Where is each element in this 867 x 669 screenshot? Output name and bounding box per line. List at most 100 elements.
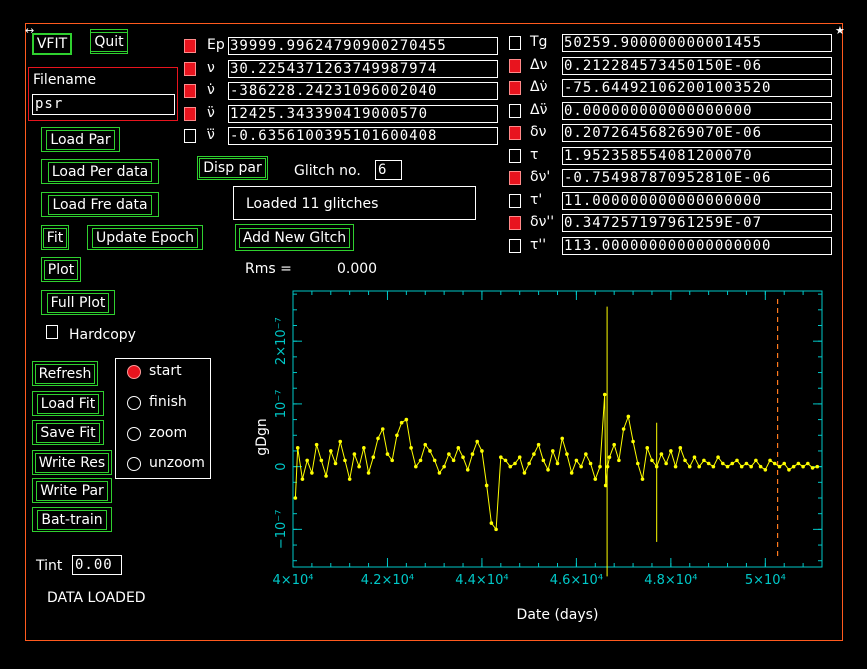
params_left-name-2: ν̇: [207, 82, 215, 98]
params_right-checkbox-8[interactable]: [509, 216, 521, 230]
save-fit-label: Save Fit: [36, 422, 100, 443]
params_right-checkbox-7[interactable]: [509, 193, 521, 208]
params_right-value-4[interactable]: 0.207264568269070E-06: [562, 124, 832, 142]
status-text: DATA LOADED: [47, 590, 146, 606]
glitch-no-input[interactable]: 6: [375, 160, 402, 180]
params_right-checkbox-4[interactable]: [509, 126, 521, 140]
full-plot-label: Full Plot: [46, 292, 110, 313]
unzoom-radio-label: unzoom: [149, 455, 205, 471]
rms-label: Rms =: [245, 261, 292, 277]
params_right-checkbox-2[interactable]: [509, 81, 521, 95]
plot-label: Plot: [43, 259, 79, 280]
load-per-data-button[interactable]: Load Per data: [41, 159, 159, 184]
params_right-checkbox-5[interactable]: [509, 148, 521, 163]
params_right-value-9[interactable]: 113.000000000000000000: [562, 236, 832, 255]
start-radio-label: start: [149, 363, 182, 379]
star-icon: ★: [835, 24, 845, 37]
fit-button[interactable]: Fit: [41, 225, 69, 250]
finish-radio-label: finish: [149, 394, 187, 410]
params_right-name-0: Tg: [530, 34, 548, 50]
params_right-name-9: τ'': [530, 236, 547, 253]
rms-value: 0.000: [337, 261, 378, 277]
write-par-label: Write Par: [36, 480, 108, 501]
glitch-message-box: Loaded 11 glitches: [233, 186, 476, 220]
params_right-checkbox-9[interactable]: [509, 238, 521, 253]
params_left-value-3[interactable]: 12425.343390419000570: [228, 104, 498, 123]
params_left-checkbox-4[interactable]: [184, 129, 196, 143]
update-epoch-button[interactable]: Update Epoch: [87, 225, 203, 250]
load-fit-label: Load Fit: [36, 393, 100, 414]
disp-par-label: Disp par: [199, 158, 266, 178]
params_left-value-1[interactable]: 30.2254371263749987974: [228, 59, 498, 78]
params_right-value-1[interactable]: 0.212284573450150E-06: [562, 56, 832, 75]
params_left-value-4[interactable]: -0.6356100395101600408: [228, 127, 498, 145]
hardcopy-label: Hardcopy: [69, 327, 136, 343]
params_right-name-2: Δν̇: [530, 79, 548, 95]
params_right-value-2[interactable]: -75.644921062001003520: [562, 79, 832, 97]
add-new-glitch-button[interactable]: Add New Gltch: [235, 224, 354, 251]
params_right-value-0[interactable]: 50259.900000000001455: [562, 34, 832, 52]
load-par-button[interactable]: Load Par: [41, 127, 120, 152]
params_right-value-5[interactable]: 1.952358554081200070: [562, 146, 832, 165]
fit-label: Fit: [42, 227, 68, 248]
params_right-checkbox-0[interactable]: [509, 36, 521, 50]
quit-button-label: Quit: [90, 31, 128, 52]
write-res-button[interactable]: Write Res: [32, 450, 112, 475]
params_left-name-3: ν̈: [207, 104, 215, 121]
bat-train-label: Bat-train: [37, 509, 107, 530]
save-fit-button[interactable]: Save Fit: [32, 420, 104, 445]
quit-button[interactable]: Quit: [90, 29, 128, 54]
filename-panel: Filename psr: [28, 67, 178, 121]
params_right-value-8[interactable]: 0.347257197961259E-07: [562, 214, 832, 232]
glitch-no-label: Glitch no.: [294, 163, 361, 179]
params_right-name-1: Δν: [530, 56, 548, 73]
params_right-checkbox-1[interactable]: [509, 58, 521, 73]
params_left-checkbox-3[interactable]: [184, 106, 196, 121]
params_right-value-6[interactable]: -0.754987870952810E-06: [562, 169, 832, 187]
full-plot-button[interactable]: Full Plot: [41, 290, 115, 315]
load-fit-button[interactable]: Load Fit: [32, 391, 104, 416]
params_left-name-1: ν: [207, 59, 215, 76]
tint-label: Tint: [36, 558, 63, 574]
write-par-button[interactable]: Write Par: [32, 478, 112, 503]
update-epoch-label: Update Epoch: [91, 227, 199, 248]
unzoom-radio[interactable]: [127, 457, 141, 471]
params_left-value-0[interactable]: 39999.99624790900270455: [228, 37, 498, 55]
load-fre-data-button[interactable]: Load Fre data: [41, 192, 159, 217]
bat-train-button[interactable]: Bat-train: [32, 507, 112, 532]
refresh-label: Refresh: [34, 363, 96, 384]
start-radio[interactable]: [127, 365, 141, 379]
load-par-label: Load Par: [46, 129, 115, 150]
params_right-checkbox-3[interactable]: [509, 103, 521, 118]
zoom-radio-label: zoom: [149, 425, 188, 441]
params_left-checkbox-2[interactable]: [184, 84, 196, 98]
refresh-button[interactable]: Refresh: [32, 361, 98, 386]
params_right-name-3: Δν̈: [530, 101, 548, 118]
vfit-button[interactable]: VFIT: [32, 33, 72, 55]
zoom-radio[interactable]: [127, 427, 141, 441]
params_right-name-5: τ: [530, 146, 539, 163]
disp-par-button[interactable]: Disp par: [197, 156, 268, 180]
tint-input[interactable]: 0.00: [72, 555, 122, 575]
filename-label: Filename: [33, 72, 97, 88]
load-fre-data-label: Load Fre data: [48, 194, 152, 215]
params_right-value-7[interactable]: 11.000000000000000000: [562, 191, 832, 210]
plot-button[interactable]: Plot: [41, 257, 81, 282]
params_right-value-3[interactable]: 0.000000000000000000: [562, 101, 832, 120]
add-new-glitch-label: Add New Gltch: [238, 227, 351, 248]
params_left-value-2[interactable]: -386228.24231096002040: [228, 82, 498, 100]
hardcopy-checkbox[interactable]: [46, 325, 58, 339]
params_right-name-8: δν'': [530, 214, 555, 230]
finish-radio[interactable]: [127, 396, 141, 410]
params_left-checkbox-1[interactable]: [184, 61, 196, 76]
load-per-data-label: Load Per data: [47, 161, 153, 182]
filename-input[interactable]: psr: [32, 94, 175, 115]
params_left-checkbox-0[interactable]: [184, 39, 196, 53]
write-res-label: Write Res: [34, 452, 110, 473]
params_right-name-6: δν': [530, 169, 551, 185]
mode-radio-group: start finish zoom unzoom: [115, 358, 211, 479]
vfit-button-label: VFIT: [32, 34, 72, 54]
params_left-name-0: Ep: [207, 37, 225, 53]
params_right-checkbox-6[interactable]: [509, 171, 521, 185]
params_right-name-4: δν: [530, 124, 547, 140]
